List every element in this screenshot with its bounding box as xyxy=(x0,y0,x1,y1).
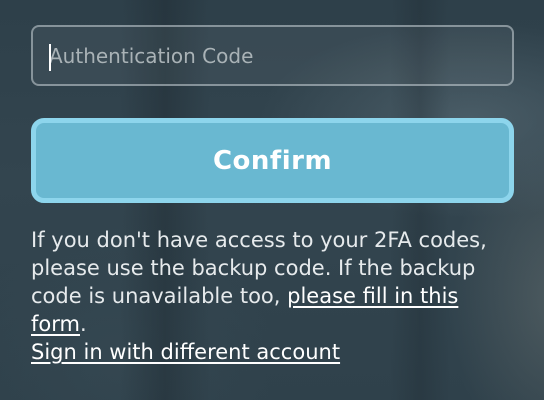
sign-in-different-account-link[interactable]: Sign in with different account xyxy=(31,340,340,364)
help-text: If you don't have access to your 2FA cod… xyxy=(31,226,514,366)
text-caret xyxy=(49,44,51,71)
two-factor-form: Confirm If you don't have access to your… xyxy=(31,25,514,366)
authentication-code-field[interactable] xyxy=(31,25,514,86)
help-text-period: . xyxy=(79,312,87,336)
confirm-button[interactable]: Confirm xyxy=(31,118,514,203)
authentication-code-input[interactable] xyxy=(33,27,512,84)
